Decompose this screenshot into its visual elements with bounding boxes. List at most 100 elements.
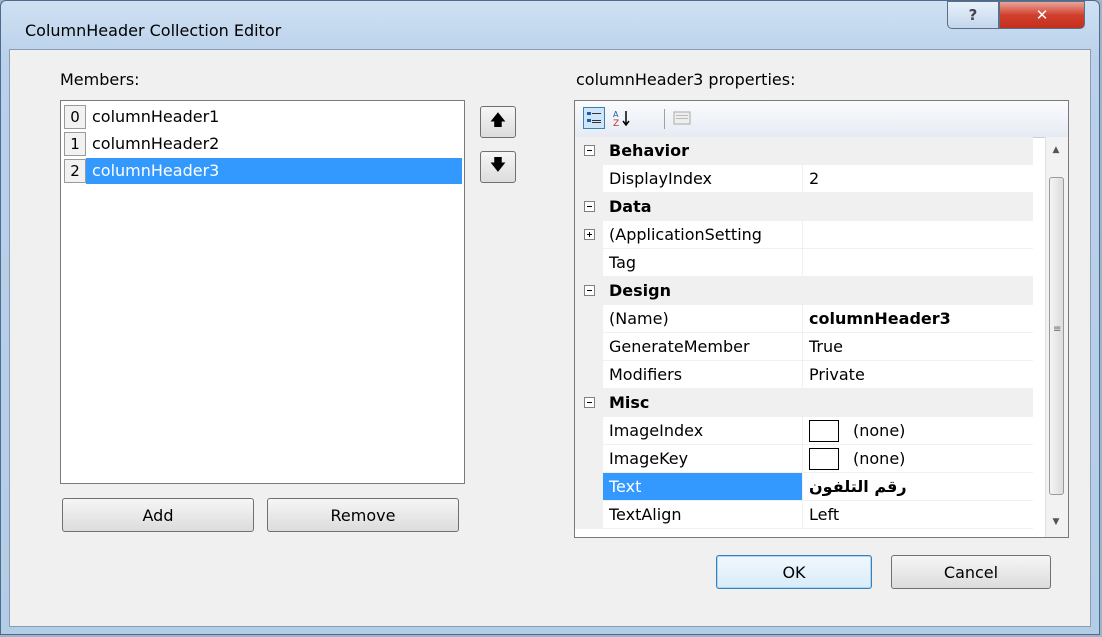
property-row[interactable]: (ApplicationSetting xyxy=(575,221,1033,249)
collapse-icon xyxy=(575,137,603,164)
category-data[interactable]: Data xyxy=(575,193,1033,221)
property-value[interactable]: True xyxy=(803,333,1033,360)
scroll-down-icon[interactable]: ▼ xyxy=(1046,517,1066,527)
member-name: columnHeader2 xyxy=(92,134,220,153)
row-gutter xyxy=(575,445,603,472)
row-gutter xyxy=(575,221,603,248)
category-behavior[interactable]: Behavior xyxy=(575,137,1033,165)
property-value[interactable]: (none) xyxy=(803,445,1033,472)
property-name: DisplayIndex xyxy=(603,165,803,192)
property-name: (ApplicationSetting xyxy=(603,221,803,248)
property-row[interactable]: Modifiers Private xyxy=(575,361,1033,389)
help-icon: ? xyxy=(968,6,978,24)
collapse-icon xyxy=(575,193,603,220)
category-misc[interactable]: Misc xyxy=(575,389,1033,417)
row-gutter xyxy=(575,305,603,332)
property-value[interactable]: Private xyxy=(803,361,1033,388)
row-gutter xyxy=(575,249,603,276)
minus-icon[interactable] xyxy=(583,145,595,156)
close-icon: ✕ xyxy=(1035,6,1049,24)
member-item[interactable]: 1 columnHeader2 xyxy=(64,131,462,157)
property-pages-icon[interactable] xyxy=(671,107,693,129)
ok-button[interactable]: OK xyxy=(716,555,872,589)
property-value-text: (none) xyxy=(853,448,906,468)
property-name: (Name) xyxy=(603,305,803,332)
member-item-selected[interactable]: 2 columnHeader3 xyxy=(64,158,462,184)
add-button[interactable]: Add xyxy=(62,498,254,532)
arrow-down-icon: 🡇 xyxy=(489,154,507,174)
members-list[interactable]: 0 columnHeader1 1 columnHeader2 2 column… xyxy=(60,100,465,484)
dialog-client-area: Members: 0 columnHeader1 1 columnHeader2… xyxy=(9,49,1091,627)
property-row-selected[interactable]: Text رقم التلفون xyxy=(575,473,1033,501)
move-down-button[interactable]: 🡇 xyxy=(480,151,516,183)
member-index: 0 xyxy=(64,105,86,129)
property-grid-toolbar: AZ xyxy=(575,101,1068,138)
property-row[interactable]: DisplayIndex 2 xyxy=(575,165,1033,193)
cancel-button[interactable]: Cancel xyxy=(891,555,1051,589)
row-gutter xyxy=(575,473,603,500)
property-name: ImageKey xyxy=(603,445,803,472)
minus-icon[interactable] xyxy=(583,201,595,212)
property-value-text: (none) xyxy=(853,420,906,440)
row-gutter xyxy=(575,333,603,360)
arrow-up-icon: 🡅 xyxy=(489,109,507,129)
category-name: Data xyxy=(609,197,652,216)
svg-text:A: A xyxy=(613,110,619,119)
property-name: Text xyxy=(603,473,803,500)
collapse-icon xyxy=(575,389,603,416)
property-row[interactable]: GenerateMember True xyxy=(575,333,1033,361)
scrollbar-thumb[interactable]: ≡ xyxy=(1049,177,1064,495)
minus-icon[interactable] xyxy=(583,397,595,408)
category-name: Design xyxy=(609,281,671,300)
property-grid[interactable]: AZ Behavior DisplayIndex 2 Data (Applica… xyxy=(574,100,1069,538)
window-title: ColumnHeader Collection Editor xyxy=(25,21,282,40)
grip-icon: ≡ xyxy=(1053,324,1062,335)
property-value[interactable]: Left xyxy=(803,501,1033,528)
row-gutter xyxy=(575,501,603,528)
property-name: TextAlign xyxy=(603,501,803,528)
categorized-icon[interactable] xyxy=(583,107,605,129)
category-design[interactable]: Design xyxy=(575,277,1033,305)
member-name: columnHeader1 xyxy=(92,107,220,126)
dialog-window: ColumnHeader Collection Editor ? ✕ Membe… xyxy=(0,0,1100,635)
row-gutter xyxy=(575,417,603,444)
remove-button[interactable]: Remove xyxy=(267,498,459,532)
property-name: Tag xyxy=(603,249,803,276)
property-row[interactable]: ImageKey (none) xyxy=(575,445,1033,473)
member-item[interactable]: 0 columnHeader1 xyxy=(64,104,462,130)
alphabetical-icon[interactable]: AZ xyxy=(611,107,633,129)
close-button[interactable]: ✕ xyxy=(999,1,1085,29)
member-index: 1 xyxy=(64,132,86,156)
property-value[interactable] xyxy=(803,221,1033,248)
category-name: Misc xyxy=(609,393,650,412)
scroll-up-icon[interactable]: ▲ xyxy=(1046,145,1066,155)
expand-icon[interactable] xyxy=(583,229,595,240)
property-row[interactable]: (Name) columnHeader3 xyxy=(575,305,1033,333)
image-swatch xyxy=(809,447,839,470)
ok-button-label: OK xyxy=(782,562,806,582)
title-bar[interactable]: ColumnHeader Collection Editor ? ✕ xyxy=(1,1,1099,49)
member-name: columnHeader3 xyxy=(86,158,462,184)
property-row[interactable]: ImageIndex (none) xyxy=(575,417,1033,445)
property-row[interactable]: Tag xyxy=(575,249,1033,277)
help-button[interactable]: ? xyxy=(947,1,999,29)
property-value[interactable] xyxy=(803,249,1033,276)
property-value[interactable]: columnHeader3 xyxy=(803,305,1033,332)
vertical-scrollbar[interactable]: ▲ ≡ ▼ xyxy=(1045,137,1068,537)
cancel-button-label: Cancel xyxy=(943,562,999,582)
remove-button-label: Remove xyxy=(330,505,396,525)
properties-label: columnHeader3 properties: xyxy=(576,70,796,89)
add-button-label: Add xyxy=(142,505,174,525)
property-rows: Behavior DisplayIndex 2 Data (Applicatio… xyxy=(575,137,1033,529)
property-value[interactable]: رقم التلفون xyxy=(803,473,1033,500)
member-index: 2 xyxy=(64,159,86,183)
members-label: Members: xyxy=(60,70,140,89)
collapse-icon xyxy=(575,277,603,304)
property-row[interactable]: TextAlign Left xyxy=(575,501,1033,529)
toolbar-separator xyxy=(664,109,665,129)
minus-icon[interactable] xyxy=(583,285,595,296)
property-value[interactable]: 2 xyxy=(803,165,1033,192)
property-name: GenerateMember xyxy=(603,333,803,360)
move-up-button[interactable]: 🡅 xyxy=(480,106,516,138)
property-value[interactable]: (none) xyxy=(803,417,1033,444)
